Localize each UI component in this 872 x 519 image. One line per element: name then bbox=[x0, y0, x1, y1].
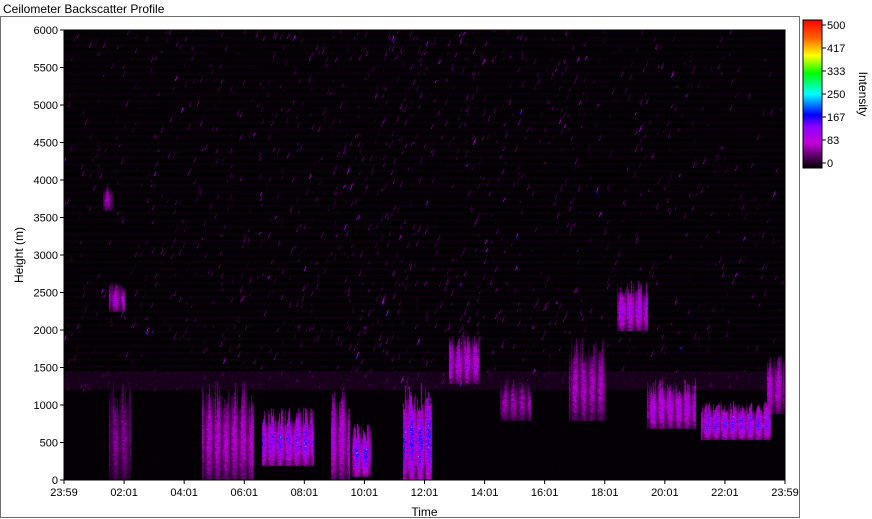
x-axis: 23:59 02:01 04:01 06:01 08:01 10:01 12:01 14:01… bbox=[50, 480, 799, 499]
y-tick-label: 6000 bbox=[34, 25, 58, 37]
x-tick-label: 22:01 bbox=[711, 487, 739, 499]
y-tick-label: 1500 bbox=[34, 363, 58, 375]
x-tick-label: 23:59 bbox=[50, 487, 78, 499]
y-tick-label: 1000 bbox=[34, 400, 58, 412]
backscatter-chart: 0500100015002000250030003500400045005000… bbox=[12, 19, 870, 519]
y-tick-label: 4000 bbox=[34, 175, 58, 187]
colorbar-tick-label: 250 bbox=[827, 89, 845, 101]
y-tick-label: 0 bbox=[52, 475, 58, 487]
x-tick-label: 02:01 bbox=[110, 487, 138, 499]
y-tick-label: 3000 bbox=[34, 250, 58, 262]
x-tick-label: 06:01 bbox=[230, 487, 258, 499]
colorbar-tick-label: 0 bbox=[827, 158, 833, 170]
y-axis: 0 500 1000 1500 2000 2500 3000 3500 4000 4500 5000… bbox=[34, 25, 64, 487]
x-tick-label: 10:01 bbox=[351, 487, 379, 499]
colorbar-title: Intensity bbox=[856, 72, 870, 117]
x-tick-label: 04:01 bbox=[170, 487, 198, 499]
x-tick-label: 16:01 bbox=[531, 487, 559, 499]
y-tick-label: 2500 bbox=[34, 288, 58, 300]
y-axis-title: Height (m) bbox=[12, 227, 26, 283]
x-tick-label: 12:01 bbox=[411, 487, 439, 499]
x-tick-label: 08:01 bbox=[291, 487, 319, 499]
x-tick-label: 14:01 bbox=[471, 487, 499, 499]
colorbar: 500 417 333 250 167 83 0 Intensity bbox=[802, 19, 870, 170]
x-tick-label: 20:01 bbox=[651, 487, 679, 499]
y-tick-label: 5500 bbox=[34, 63, 58, 75]
colorbar-tick-label: 333 bbox=[827, 66, 845, 78]
y-tick-label: 5000 bbox=[34, 100, 58, 112]
heatmap-plot-area[interactable] bbox=[63, 29, 786, 481]
y-tick-label: 500 bbox=[40, 438, 58, 450]
y-tick-label: 2000 bbox=[34, 325, 58, 337]
colorbar-tick-label: 417 bbox=[827, 43, 845, 55]
heatmap-image bbox=[64, 30, 785, 480]
colorbar-ticks: 500 417 333 250 167 83 0 bbox=[822, 20, 845, 170]
x-tick-label: 23:59 bbox=[771, 487, 799, 499]
x-axis-title: Time bbox=[411, 505, 438, 519]
colorbar-tick-label: 167 bbox=[827, 112, 845, 124]
colorbar-tick-label: 83 bbox=[827, 135, 839, 147]
y-tick-label: 3500 bbox=[34, 213, 58, 225]
colorbar-gradient bbox=[802, 19, 823, 169]
x-tick-label: 18:01 bbox=[591, 487, 619, 499]
colorbar-tick-label: 500 bbox=[827, 20, 845, 32]
y-tick-label: 4500 bbox=[34, 138, 58, 150]
